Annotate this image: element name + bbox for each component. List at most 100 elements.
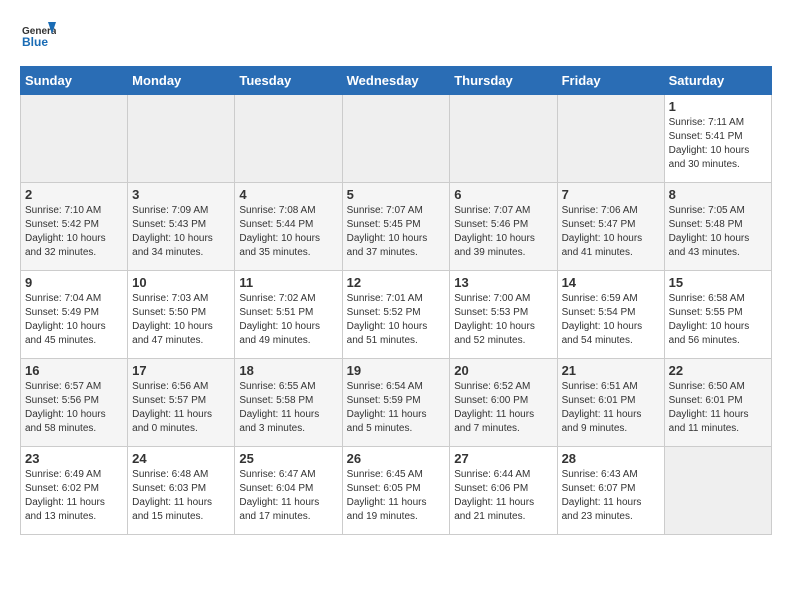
calendar-cell: 3 Sunrise: 7:09 AM Sunset: 5:43 PM Daylig… <box>128 183 235 271</box>
calendar-cell: 24 Sunrise: 6:48 AM Sunset: 6:03 PM Dayli… <box>128 447 235 535</box>
day-number: 23 <box>25 451 123 466</box>
day-info: Sunrise: 6:43 AM Sunset: 6:07 PM Dayligh… <box>562 468 660 524</box>
header-cell-thursday: Thursday <box>450 67 557 95</box>
header-cell-friday: Friday <box>557 67 664 95</box>
day-number: 2 <box>25 187 123 202</box>
day-number: 26 <box>347 451 446 466</box>
calendar-cell: 20Sunrise: 6:52 AM Sunset: 6:00 PM Dayli… <box>450 359 557 447</box>
day-info: Sunrise: 7:10 AM Sunset: 5:42 PM Dayligh… <box>25 204 123 260</box>
calendar-cell: 4 Sunrise: 7:08 AM Sunset: 5:44 PM Daylig… <box>235 183 342 271</box>
calendar-cell: 1 Sunrise: 7:11 AM Sunset: 5:41 PM Daylig… <box>664 95 771 183</box>
day-number: 13 <box>454 275 552 290</box>
calendar-cell: 7Sunrise: 7:06 AM Sunset: 5:47 PM Daylig… <box>557 183 664 271</box>
day-info: Sunrise: 7:02 AM Sunset: 5:51 PM Dayligh… <box>239 292 337 348</box>
calendar-body: 1 Sunrise: 7:11 AM Sunset: 5:41 PM Daylig… <box>21 95 772 535</box>
calendar-cell: 28 Sunrise: 6:43 AM Sunset: 6:07 PM Dayli… <box>557 447 664 535</box>
calendar-cell: 22 Sunrise: 6:50 AM Sunset: 6:01 PM Dayli… <box>664 359 771 447</box>
calendar-cell: 11Sunrise: 7:02 AM Sunset: 5:51 PM Dayli… <box>235 271 342 359</box>
svg-text:Blue: Blue <box>22 35 48 49</box>
day-info: Sunrise: 6:54 AM Sunset: 5:59 PM Dayligh… <box>347 380 446 436</box>
day-number: 10 <box>132 275 230 290</box>
calendar-cell: 9 Sunrise: 7:04 AM Sunset: 5:49 PM Daylig… <box>21 271 128 359</box>
week-row-1: 2 Sunrise: 7:10 AM Sunset: 5:42 PM Daylig… <box>21 183 772 271</box>
day-number: 21 <box>562 363 660 378</box>
header-cell-monday: Monday <box>128 67 235 95</box>
day-info: Sunrise: 7:05 AM Sunset: 5:48 PM Dayligh… <box>669 204 767 260</box>
day-number: 16 <box>25 363 123 378</box>
day-number: 4 <box>239 187 337 202</box>
day-number: 15 <box>669 275 767 290</box>
logo: General Blue <box>20 20 56 56</box>
calendar-cell <box>557 95 664 183</box>
calendar-cell <box>664 447 771 535</box>
day-info: Sunrise: 6:49 AM Sunset: 6:02 PM Dayligh… <box>25 468 123 524</box>
calendar-cell: 10 Sunrise: 7:03 AM Sunset: 5:50 PM Dayli… <box>128 271 235 359</box>
day-number: 18 <box>239 363 337 378</box>
day-info: Sunrise: 7:07 AM Sunset: 5:45 PM Dayligh… <box>347 204 446 260</box>
calendar-cell <box>450 95 557 183</box>
week-row-3: 16 Sunrise: 6:57 AM Sunset: 5:56 PM Dayli… <box>21 359 772 447</box>
day-number: 3 <box>132 187 230 202</box>
day-info: Sunrise: 6:59 AM Sunset: 5:54 PM Dayligh… <box>562 292 660 348</box>
calendar-cell: 21 Sunrise: 6:51 AM Sunset: 6:01 PM Dayli… <box>557 359 664 447</box>
day-info: Sunrise: 6:57 AM Sunset: 5:56 PM Dayligh… <box>25 380 123 436</box>
day-number: 1 <box>669 99 767 114</box>
calendar-cell: 2 Sunrise: 7:10 AM Sunset: 5:42 PM Daylig… <box>21 183 128 271</box>
day-info: Sunrise: 7:00 AM Sunset: 5:53 PM Dayligh… <box>454 292 552 348</box>
calendar-cell: 15 Sunrise: 6:58 AM Sunset: 5:55 PM Dayli… <box>664 271 771 359</box>
day-number: 9 <box>25 275 123 290</box>
calendar-cell <box>21 95 128 183</box>
calendar-cell: 13 Sunrise: 7:00 AM Sunset: 5:53 PM Dayli… <box>450 271 557 359</box>
calendar-cell: 25 Sunrise: 6:47 AM Sunset: 6:04 PM Dayli… <box>235 447 342 535</box>
day-info: Sunrise: 6:58 AM Sunset: 5:55 PM Dayligh… <box>669 292 767 348</box>
calendar-cell: 27 Sunrise: 6:44 AM Sunset: 6:06 PM Dayli… <box>450 447 557 535</box>
calendar-header-row: SundayMondayTuesdayWednesdayThursdayFrid… <box>21 67 772 95</box>
header-cell-wednesday: Wednesday <box>342 67 450 95</box>
calendar-cell: 16 Sunrise: 6:57 AM Sunset: 5:56 PM Dayli… <box>21 359 128 447</box>
header-cell-saturday: Saturday <box>664 67 771 95</box>
calendar-cell: 12 Sunrise: 7:01 AM Sunset: 5:52 PM Dayli… <box>342 271 450 359</box>
day-number: 27 <box>454 451 552 466</box>
day-number: 22 <box>669 363 767 378</box>
calendar-cell: 14 Sunrise: 6:59 AM Sunset: 5:54 PM Dayli… <box>557 271 664 359</box>
calendar-cell <box>128 95 235 183</box>
day-number: 8 <box>669 187 767 202</box>
day-number: 14 <box>562 275 660 290</box>
day-number: 19 <box>347 363 446 378</box>
calendar-cell: 26 Sunrise: 6:45 AM Sunset: 6:05 PM Dayli… <box>342 447 450 535</box>
day-info: Sunrise: 7:03 AM Sunset: 5:50 PM Dayligh… <box>132 292 230 348</box>
calendar-cell: 18Sunrise: 6:55 AM Sunset: 5:58 PM Dayli… <box>235 359 342 447</box>
week-row-2: 9 Sunrise: 7:04 AM Sunset: 5:49 PM Daylig… <box>21 271 772 359</box>
page-header: General Blue <box>20 20 772 56</box>
day-info: Sunrise: 7:11 AM Sunset: 5:41 PM Dayligh… <box>669 116 767 172</box>
day-number: 6 <box>454 187 552 202</box>
week-row-4: 23 Sunrise: 6:49 AM Sunset: 6:02 PM Dayli… <box>21 447 772 535</box>
day-number: 25 <box>239 451 337 466</box>
calendar-cell: 8 Sunrise: 7:05 AM Sunset: 5:48 PM Daylig… <box>664 183 771 271</box>
day-info: Sunrise: 7:01 AM Sunset: 5:52 PM Dayligh… <box>347 292 446 348</box>
calendar-cell <box>342 95 450 183</box>
day-info: Sunrise: 6:44 AM Sunset: 6:06 PM Dayligh… <box>454 468 552 524</box>
day-info: Sunrise: 7:08 AM Sunset: 5:44 PM Dayligh… <box>239 204 337 260</box>
day-info: Sunrise: 7:06 AM Sunset: 5:47 PM Dayligh… <box>562 204 660 260</box>
day-info: Sunrise: 7:09 AM Sunset: 5:43 PM Dayligh… <box>132 204 230 260</box>
day-number: 28 <box>562 451 660 466</box>
day-number: 24 <box>132 451 230 466</box>
day-info: Sunrise: 6:51 AM Sunset: 6:01 PM Dayligh… <box>562 380 660 436</box>
calendar-cell: 6Sunrise: 7:07 AM Sunset: 5:46 PM Daylig… <box>450 183 557 271</box>
day-info: Sunrise: 6:47 AM Sunset: 6:04 PM Dayligh… <box>239 468 337 524</box>
calendar-cell: 19 Sunrise: 6:54 AM Sunset: 5:59 PM Dayli… <box>342 359 450 447</box>
calendar-cell: 23 Sunrise: 6:49 AM Sunset: 6:02 PM Dayli… <box>21 447 128 535</box>
header-cell-sunday: Sunday <box>21 67 128 95</box>
day-info: Sunrise: 6:48 AM Sunset: 6:03 PM Dayligh… <box>132 468 230 524</box>
day-info: Sunrise: 6:56 AM Sunset: 5:57 PM Dayligh… <box>132 380 230 436</box>
calendar-table: SundayMondayTuesdayWednesdayThursdayFrid… <box>20 66 772 535</box>
day-number: 20 <box>454 363 552 378</box>
calendar-cell: 17Sunrise: 6:56 AM Sunset: 5:57 PM Dayli… <box>128 359 235 447</box>
day-number: 12 <box>347 275 446 290</box>
day-info: Sunrise: 6:50 AM Sunset: 6:01 PM Dayligh… <box>669 380 767 436</box>
day-info: Sunrise: 6:45 AM Sunset: 6:05 PM Dayligh… <box>347 468 446 524</box>
calendar-cell <box>235 95 342 183</box>
day-info: Sunrise: 7:04 AM Sunset: 5:49 PM Dayligh… <box>25 292 123 348</box>
header-cell-tuesday: Tuesday <box>235 67 342 95</box>
